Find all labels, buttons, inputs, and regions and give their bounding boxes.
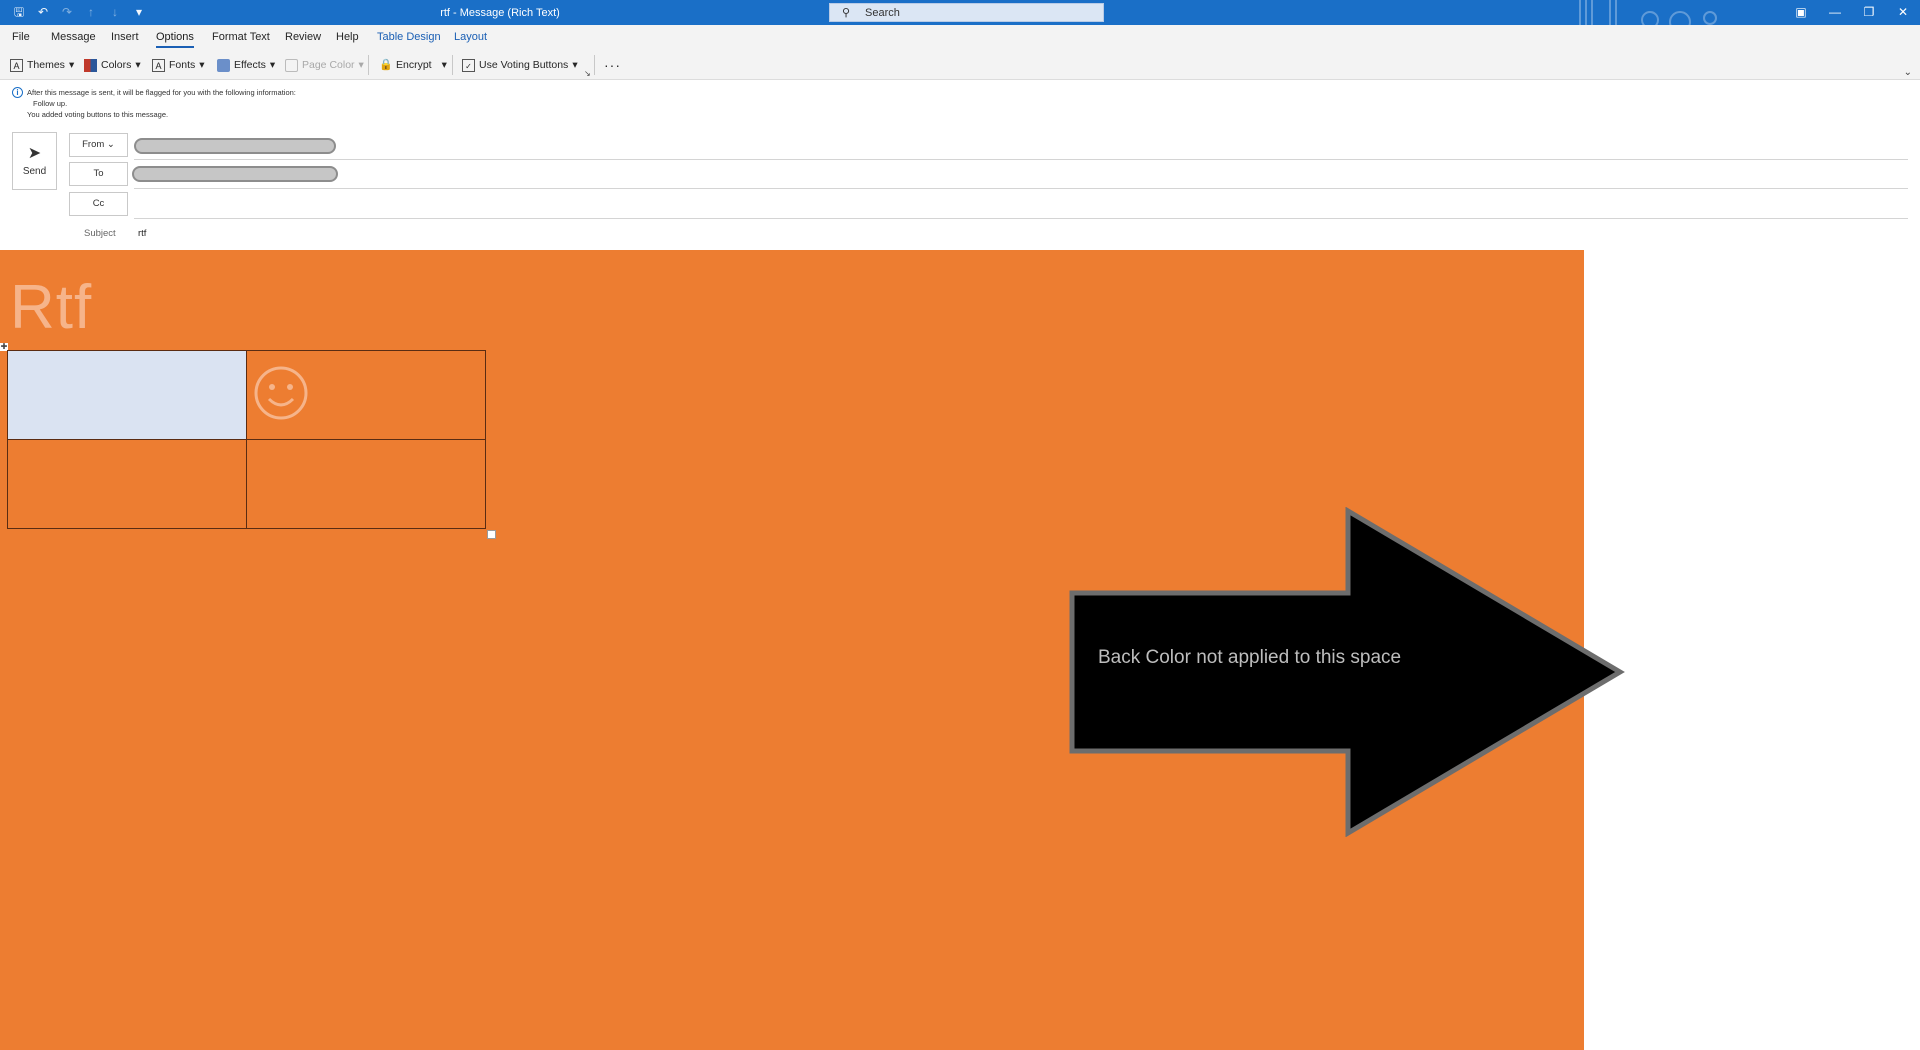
tab-review[interactable]: Review — [285, 31, 321, 43]
fonts-label: Fonts — [169, 59, 196, 71]
from-value-redacted — [134, 138, 336, 154]
subject-input[interactable]: rtf — [138, 228, 146, 239]
info-icon: i — [12, 87, 23, 98]
smiley-icon — [254, 366, 308, 419]
send-icon: ➤ — [27, 145, 42, 162]
body-table[interactable] — [7, 350, 486, 529]
search-placeholder: Search — [865, 7, 900, 19]
from-label: From — [82, 139, 105, 150]
lock-icon: 🔒 — [379, 58, 393, 71]
table-cell[interactable] — [7, 350, 247, 440]
info-line-2: Follow up. — [33, 99, 68, 108]
cc-divider — [134, 218, 1908, 219]
to-value-redacted — [132, 166, 338, 182]
ribbon-tabs: File Message Insert Options Format Text … — [0, 25, 1920, 50]
chevron-down-icon: ▾ — [135, 59, 141, 71]
chevron-down-icon: ▾ — [358, 59, 364, 71]
annotation-text: Back Color not applied to this space — [1098, 647, 1402, 668]
table-cell[interactable] — [7, 439, 247, 529]
themes-button[interactable]: A Themes ▾ — [10, 57, 74, 73]
ribbon-collapse-icon[interactable]: ⌄ — [1904, 67, 1912, 78]
ribbon-divider — [594, 55, 595, 75]
fonts-button[interactable]: A Fonts ▾ — [152, 57, 205, 73]
table-resize-handle[interactable] — [487, 530, 496, 539]
window-controls: ▣ — ❐ ✕ — [1784, 0, 1920, 25]
to-divider — [134, 188, 1908, 189]
cc-button[interactable]: Cc — [69, 192, 128, 216]
themes-label: Themes — [27, 59, 65, 71]
tab-format-text[interactable]: Format Text — [212, 31, 270, 43]
send-button[interactable]: ➤ Send — [12, 132, 57, 190]
chevron-down-icon: ⌄ — [106, 139, 115, 150]
page-color-icon — [285, 58, 298, 72]
encrypt-button[interactable]: 🔒 Encrypt ▾ — [379, 57, 447, 73]
tab-options[interactable]: Options — [156, 31, 194, 48]
tab-layout[interactable]: Layout — [454, 31, 487, 43]
title-decoration — [1579, 0, 1717, 25]
chevron-down-icon: ▾ — [199, 59, 205, 71]
minimize-icon[interactable]: — — [1818, 0, 1852, 25]
more-commands-button[interactable]: ··· — [604, 57, 621, 73]
subject-label: Subject — [84, 228, 116, 239]
effects-button[interactable]: Effects ▾ — [217, 57, 275, 73]
title-bar: 🖫 ↶ ↷ ↑ ↓ ▾ rtf - Message (Rich Text) ⚲ … — [0, 0, 1920, 25]
colors-icon — [84, 58, 97, 72]
effects-label: Effects — [234, 59, 266, 71]
fonts-icon: A — [152, 58, 165, 72]
tab-insert[interactable]: Insert — [111, 31, 139, 43]
tab-file[interactable]: File — [12, 31, 30, 43]
chevron-down-icon: ▾ — [572, 59, 578, 71]
table-cell[interactable] — [246, 439, 486, 529]
voting-icon: ✓ — [462, 58, 475, 72]
dialog-launcher-icon[interactable]: ↘ — [584, 69, 591, 78]
ribbon-toolbar: A Themes ▾ Colors ▾ A Fonts ▾ Effects ▾ Page… — [0, 50, 1920, 80]
page-color-label: Page Color — [302, 59, 355, 71]
search-box[interactable]: ⚲ Search — [829, 3, 1104, 22]
ribbon-display-icon[interactable]: ▣ — [1784, 0, 1818, 25]
ribbon-divider — [368, 55, 369, 75]
info-line-1: After this message is sent, it will be f… — [27, 88, 296, 97]
ribbon-divider — [452, 55, 453, 75]
tab-help[interactable]: Help — [336, 31, 359, 43]
restore-icon[interactable]: ❐ — [1852, 0, 1886, 25]
chevron-down-icon: ▾ — [269, 59, 276, 71]
close-icon[interactable]: ✕ — [1886, 0, 1920, 25]
colors-label: Colors — [101, 59, 132, 71]
tab-table-design[interactable]: Table Design — [377, 31, 441, 43]
tab-message[interactable]: Message — [51, 31, 96, 43]
annotation-arrow — [1069, 507, 1625, 837]
body-heading: Rtf — [10, 273, 93, 342]
encrypt-label: Encrypt — [396, 59, 432, 71]
voting-buttons-button[interactable]: ✓ Use Voting Buttons ▾ — [462, 57, 578, 73]
chevron-down-icon: ▾ — [68, 59, 75, 71]
colors-button[interactable]: Colors ▾ — [84, 57, 141, 73]
from-divider — [134, 159, 1908, 160]
page-color-button[interactable]: Page Color ▾ — [285, 57, 364, 73]
voting-label: Use Voting Buttons — [479, 59, 569, 71]
themes-icon: A — [10, 58, 23, 72]
info-line-3: You added voting buttons to this message… — [27, 110, 169, 119]
to-button[interactable]: To — [69, 162, 128, 186]
send-label: Send — [22, 166, 47, 177]
table-cell[interactable] — [246, 350, 486, 440]
effects-icon — [217, 58, 230, 72]
from-button[interactable]: From ⌄ — [69, 133, 128, 157]
search-icon: ⚲ — [842, 7, 851, 19]
chevron-down-icon: ▾ — [441, 59, 447, 71]
